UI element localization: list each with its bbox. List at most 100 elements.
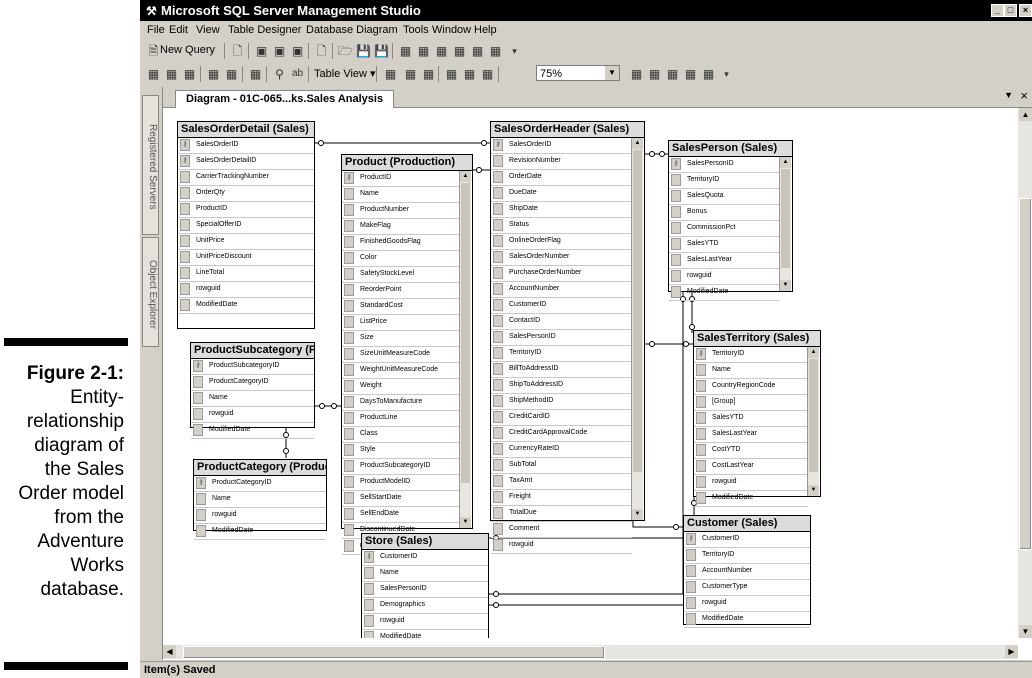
table-prod[interactable]: Product (Production) ⚷ ProductID Name Produc… [341,154,473,555]
scroll-up-icon[interactable]: ▲ [460,171,471,182]
column-row[interactable]: AccountNumber [684,564,810,580]
table-scroll-thumb[interactable] [633,150,642,473]
object-explorer-tab[interactable]: Object Explorer [142,237,159,347]
row-selector[interactable] [180,235,190,247]
recalculate-page-breaks-icon[interactable]: ▦ [646,66,663,82]
table-title[interactable]: SalesPerson (Sales) [669,141,792,157]
primary-key-icon[interactable]: ⚷ [671,158,681,170]
row-selector[interactable] [180,299,190,311]
column-row[interactable]: Name [191,391,314,407]
row-selector[interactable] [344,220,354,232]
row-selector[interactable] [193,392,203,404]
horizontal-scroll-thumb[interactable] [183,646,605,659]
table-scroll-thumb[interactable] [781,169,790,268]
remove-from-diagram-icon[interactable]: ▦ [223,66,240,82]
row-selector[interactable] [696,444,706,456]
row-selector[interactable] [344,268,354,280]
column-row[interactable]: rowguid [362,614,488,630]
set-primary-key-icon[interactable]: ⚲ [271,66,288,82]
maximize-button[interactable]: □ [1004,4,1017,17]
row-selector[interactable] [493,507,503,519]
row-selector[interactable] [364,615,374,627]
primary-key-icon[interactable]: ⚷ [180,155,190,167]
row-selector[interactable] [493,235,503,247]
table-scroll-thumb[interactable] [809,359,818,472]
column-row[interactable]: ReorderPoint [342,283,460,299]
column-row[interactable]: TerritoryID [684,548,810,564]
row-selector[interactable] [344,492,354,504]
row-selector[interactable] [196,493,206,505]
primary-key-icon[interactable]: ⚷ [696,348,706,360]
row-selector[interactable] [344,540,354,552]
column-row[interactable]: ⚷ SalesPersonID [669,157,780,173]
row-selector[interactable] [344,332,354,344]
row-selector[interactable] [364,631,374,638]
column-row[interactable]: Style [342,443,460,459]
column-row[interactable]: Comment [491,522,632,538]
chevron-down-icon[interactable]: ▼ [605,66,619,80]
column-row[interactable]: Bonus [669,205,780,221]
row-selector[interactable] [344,476,354,488]
column-row[interactable]: rowguid [491,538,632,554]
column-row[interactable]: SafetyStockLevel [342,267,460,283]
manage-relationships-icon[interactable]: ▦ [443,66,460,82]
row-selector[interactable] [493,283,503,295]
row-selector[interactable] [686,549,696,561]
row-selector[interactable] [493,347,503,359]
column-row[interactable]: ⚷ ProductCategoryID [194,476,326,492]
table-view-dropdown[interactable]: Table View ▾ [314,67,376,80]
column-row[interactable]: ProductSubcategoryID [342,459,460,475]
manage-constraints-icon[interactable]: ▦ [479,66,496,82]
column-row[interactable]: BillToAddressID [491,362,632,378]
row-selector[interactable] [493,395,503,407]
primary-key-icon[interactable]: ⚷ [193,360,203,372]
row-selector[interactable] [696,460,706,472]
column-row[interactable]: UnitPriceDiscount [178,250,314,266]
row-selector[interactable] [493,363,503,375]
column-row[interactable]: OnlineOrderFlag [491,234,632,250]
scroll-up-icon[interactable]: ▲ [1019,108,1032,121]
column-row[interactable]: rowguid [191,407,314,423]
row-selector[interactable] [493,203,503,215]
toolbar-options-icon[interactable]: ▾ [718,66,735,82]
column-row[interactable]: ProductCategoryID [191,375,314,391]
table-sod[interactable]: SalesOrderDetail (Sales) ⚷ SalesOrderID ⚷ Sa… [177,121,315,329]
column-row[interactable]: StandardCost [342,299,460,315]
menu-view[interactable]: View [196,24,220,36]
column-row[interactable]: SalesYTD [669,237,780,253]
scroll-up-icon[interactable]: ▲ [632,138,643,149]
column-row[interactable]: PurchaseOrderNumber [491,266,632,282]
row-selector[interactable] [344,428,354,440]
row-selector[interactable] [344,316,354,328]
menu-database-diagram[interactable]: Database Diagram [306,24,398,36]
column-row[interactable]: ModifiedDate [194,524,326,540]
column-row[interactable]: CarrierTrackingNumber [178,170,314,186]
show-relationship-labels-icon[interactable]: ▦ [664,66,681,82]
column-row[interactable]: SizeUnitMeasureCode [342,347,460,363]
column-row[interactable]: rowguid [669,269,780,285]
column-row[interactable]: ModifiedDate [684,612,810,628]
column-row[interactable]: SellEndDate [342,507,460,523]
scroll-left-icon[interactable]: ◀ [163,645,176,658]
table-title[interactable]: ProductSubcategory (Pr [191,343,314,359]
row-selector[interactable] [493,411,503,423]
primary-key-icon[interactable]: ⚷ [344,172,354,184]
new-document-icon[interactable]: 🗋 [313,43,330,59]
row-selector[interactable] [493,427,503,439]
table-psc[interactable]: ProductSubcategory (Pr ⚷ ProductSubcategor… [190,342,315,439]
save-all-icon[interactable]: 💾 [373,43,390,59]
table-title[interactable]: Store (Sales) [362,534,488,550]
column-row[interactable]: ModifiedDate [178,298,314,314]
row-selector[interactable] [344,284,354,296]
row-selector[interactable] [344,396,354,408]
new-table-icon[interactable]: ▦ [145,66,162,82]
table-scrollbar[interactable]: ▲ ▼ [631,138,643,520]
new-file-icon[interactable]: 🗋 [229,43,246,59]
column-row[interactable]: ModifiedDate [191,423,314,439]
table-title[interactable]: Customer (Sales) [684,516,810,532]
primary-key-icon[interactable]: ⚷ [364,551,374,563]
column-row[interactable]: DaysToManufacture [342,395,460,411]
row-selector[interactable] [696,492,706,504]
row-selector[interactable] [344,444,354,456]
column-row[interactable]: TerritoryID [491,346,632,362]
